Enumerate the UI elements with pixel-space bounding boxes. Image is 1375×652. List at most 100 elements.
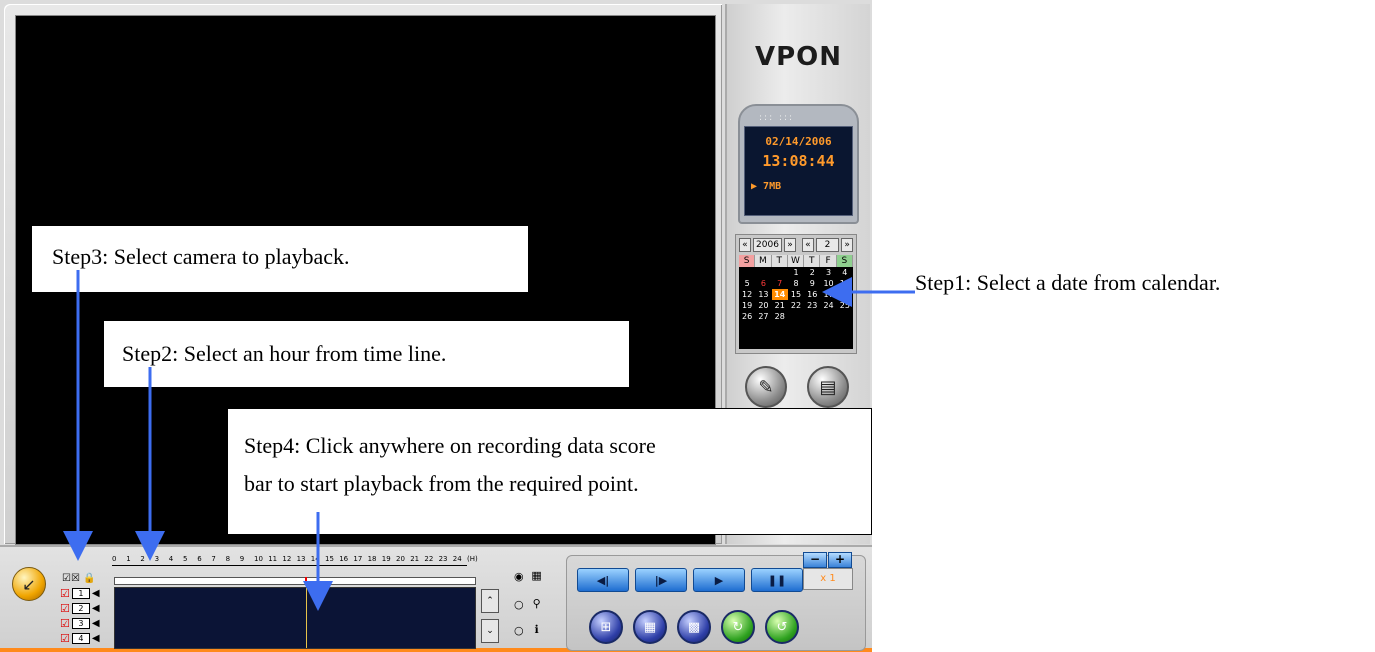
lcd-date: 02/14/2006 [765, 135, 832, 148]
next-month-button[interactable]: » [841, 238, 854, 252]
calendar-day[interactable]: 17 [820, 289, 836, 300]
camera-row-1[interactable]: ☑ 1 ◀ [60, 587, 100, 600]
hour-label[interactable]: 17 [353, 555, 362, 563]
calendar-day[interactable]: 2 [804, 267, 820, 278]
hour-label[interactable]: 18 [368, 555, 377, 563]
hour-label[interactable]: 1 [126, 555, 130, 563]
camera-checkbox[interactable]: ☑ [60, 602, 70, 615]
camera-row-4[interactable]: ☑ 4 ◀ [60, 632, 100, 645]
calendar-day[interactable]: 1 [788, 267, 804, 278]
hour-label[interactable]: 9 [240, 555, 244, 563]
layout-4-button[interactable]: ⊞ [589, 610, 623, 644]
calendar-day[interactable]: 27 [755, 311, 771, 322]
calendar-day[interactable]: 14 [771, 289, 788, 300]
view-mode-calendar[interactable]: ◉ ▦ [514, 569, 546, 583]
calendar-day[interactable]: 23 [804, 300, 820, 311]
next-year-button[interactable]: » [784, 238, 796, 252]
calendar-day[interactable]: 19 [739, 300, 755, 311]
hour-label[interactable]: 3 [155, 555, 159, 563]
calendar-day[interactable]: 8 [788, 278, 804, 289]
calendar-day[interactable]: 7 [772, 278, 788, 289]
calendar-day[interactable]: 28 [772, 311, 788, 322]
calendar-day[interactable]: 4 [837, 267, 853, 278]
calendar-day[interactable]: 11 [837, 278, 853, 289]
camera-row-3[interactable]: ☑ 3 ◀ [60, 617, 100, 630]
calendar-day[interactable]: 18 [837, 289, 853, 300]
calendar-day[interactable]: 16 [804, 289, 820, 300]
calendar-day[interactable]: 24 [820, 300, 836, 311]
zoom-in-button[interactable]: + [828, 552, 852, 568]
step-forward-button[interactable]: |▶ [635, 568, 687, 592]
camera-checkbox[interactable]: ☑ [60, 617, 70, 630]
hour-label[interactable]: 2 [140, 555, 144, 563]
layout-9-button[interactable]: ▦ [633, 610, 667, 644]
zoom-out-button[interactable]: − [803, 552, 827, 568]
hour-label[interactable]: 23 [439, 555, 448, 563]
recording-score-bar[interactable] [114, 587, 476, 649]
scroll-down-button[interactable]: ⌄ [481, 619, 499, 643]
scroll-up-button[interactable]: ⌃ [481, 589, 499, 613]
calendar-day[interactable]: 3 [820, 267, 836, 278]
hour-label[interactable]: 14 [311, 555, 320, 563]
hour-label[interactable]: 15 [325, 555, 334, 563]
calendar-day[interactable]: 15 [788, 289, 804, 300]
radio-selected[interactable]: ◉ [514, 570, 524, 583]
camera-checkbox[interactable]: ☑ [60, 632, 70, 645]
weekday-label: S [739, 255, 756, 267]
radio[interactable]: ○ [514, 598, 524, 611]
view-mode-search[interactable]: ○ ⚲ [514, 597, 546, 611]
hour-label[interactable]: 7 [211, 555, 215, 563]
calendar-day[interactable]: 10 [820, 278, 836, 289]
pencil-icon: ✎ [758, 376, 774, 398]
hour-label[interactable]: 13 [297, 555, 306, 563]
prev-month-button[interactable]: « [801, 238, 814, 252]
hour-label[interactable]: 0 [112, 555, 116, 563]
prev-year-button[interactable]: « [739, 238, 751, 252]
play-button[interactable]: ▶ [693, 568, 745, 592]
camera-row-2[interactable]: ☑ 2 ◀ [60, 602, 100, 615]
hour-timeline[interactable]: 0 1 2 3 4 5 6 7 8 9 10 11 12 13 14 15 16 17 18 19 20 21 22 23 24… [112, 555, 478, 573]
hour-label[interactable]: 10 [254, 555, 263, 563]
hour-label[interactable]: 11 [268, 555, 277, 563]
calendar-day[interactable]: 9 [804, 278, 820, 289]
calendar-day[interactable]: 5 [739, 278, 755, 289]
hour-selection-bar[interactable] [114, 577, 476, 585]
pause-button[interactable]: ❚❚ [751, 568, 803, 592]
calendar-day[interactable]: 20 [755, 300, 771, 311]
rewind-button[interactable]: ↺ [765, 610, 799, 644]
hour-label[interactable]: 8 [226, 555, 230, 563]
hour-label[interactable]: 22 [424, 555, 433, 563]
calendar-day[interactable]: 22 [788, 300, 804, 311]
hour-label[interactable]: 4 [169, 555, 173, 563]
view-mode-info[interactable]: ○ ℹ [514, 623, 546, 637]
camera-icon: ◀ [91, 618, 100, 629]
camera-checkbox[interactable]: ☑ [60, 587, 70, 600]
calendar-day[interactable]: 13 [755, 289, 771, 300]
calendar-day[interactable]: 6 [755, 278, 771, 289]
lock-icon[interactable]: 🔒 [83, 573, 95, 584]
calendar-day[interactable]: 21 [772, 300, 788, 311]
calendar-day[interactable]: 12 [739, 289, 755, 300]
camera-select-controls: ☑☒ 🔒 [62, 573, 96, 584]
calendar-day[interactable]: 25 [837, 300, 853, 311]
step-back-button[interactable]: ◀| [577, 568, 629, 592]
layout-16-button[interactable]: ▩ [677, 610, 711, 644]
select-all-checkbox[interactable]: ☑ [62, 573, 71, 584]
hour-label[interactable]: 24 [453, 555, 462, 563]
weekday-label: S [836, 255, 853, 267]
hour-label[interactable]: 20 [396, 555, 405, 563]
hour-label[interactable]: 5 [183, 555, 187, 563]
radio[interactable]: ○ [514, 624, 524, 637]
refresh-button[interactable]: ↻ [721, 610, 755, 644]
setup-button[interactable]: ✎ [745, 366, 787, 408]
hour-label[interactable]: 16 [339, 555, 348, 563]
clear-all-checkbox[interactable]: ☒ [71, 573, 80, 584]
log-button[interactable]: ▤ [807, 366, 849, 408]
hour-label[interactable]: 19 [382, 555, 391, 563]
back-button[interactable]: ↙ [12, 567, 46, 601]
hour-label[interactable]: 6 [197, 555, 201, 563]
hour-label[interactable]: 12 [282, 555, 291, 563]
calendar-day[interactable]: 26 [739, 311, 755, 322]
hour-label[interactable]: 21 [410, 555, 419, 563]
grid-3x3-icon: ▦ [643, 619, 657, 635]
